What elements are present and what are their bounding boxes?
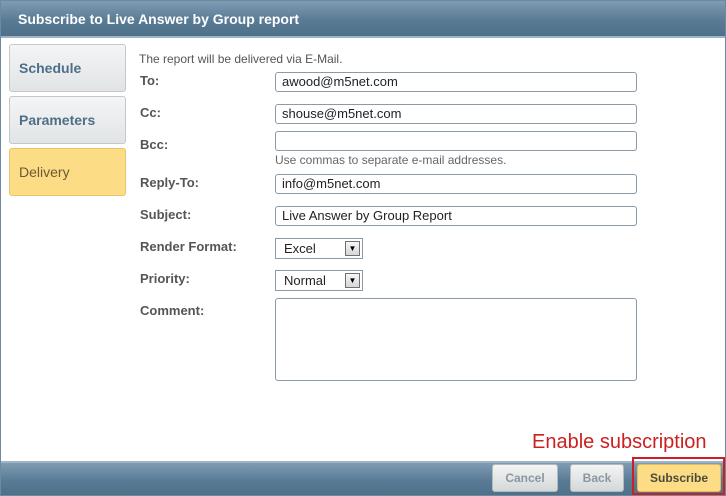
tab-parameters[interactable]: Parameters (9, 96, 126, 144)
comment-label: Comment: (140, 303, 205, 318)
comment-textarea[interactable] (275, 298, 637, 381)
tab-delivery[interactable]: Delivery (9, 148, 126, 196)
cancel-button[interactable]: Cancel (492, 464, 558, 492)
render-format-value: Excel (284, 241, 316, 256)
cc-field[interactable]: shouse@m5net.com (275, 104, 637, 124)
priority-value: Normal (284, 273, 326, 288)
enable-subscription-annotation: Enable subscription (532, 431, 707, 453)
to-field[interactable]: awood@m5net.com (275, 72, 637, 92)
bcc-hint: Use commas to separate e-mail addresses. (275, 153, 507, 167)
back-button[interactable]: Back (570, 464, 624, 492)
delivery-info-text: The report will be delivered via E-Mail. (139, 52, 343, 66)
subject-label: Subject: (140, 207, 192, 222)
subscribe-highlight-box (632, 457, 725, 495)
tab-schedule[interactable]: Schedule (9, 44, 126, 92)
subject-field[interactable]: Live Answer by Group Report (275, 206, 637, 226)
dialog-titlebar: Subscribe to Live Answer by Group report (1, 1, 725, 38)
dialog-title: Subscribe to Live Answer by Group report (18, 11, 300, 27)
reply-to-label: Reply-To: (140, 175, 199, 190)
priority-label: Priority: (140, 271, 190, 286)
to-label: To: (140, 73, 160, 88)
subscribe-dialog: Subscribe to Live Answer by Group report… (0, 0, 726, 496)
bcc-label: Bcc: (140, 137, 169, 152)
render-format-select[interactable]: Excel ▼ (275, 238, 363, 259)
bcc-field[interactable] (275, 131, 637, 151)
reply-to-field[interactable]: info@m5net.com (275, 174, 637, 194)
chevron-down-icon[interactable]: ▼ (345, 241, 360, 256)
cc-label: Cc: (140, 105, 161, 120)
priority-select[interactable]: Normal ▼ (275, 270, 363, 291)
render-format-label: Render Format: (140, 239, 237, 254)
chevron-down-icon[interactable]: ▼ (345, 273, 360, 288)
